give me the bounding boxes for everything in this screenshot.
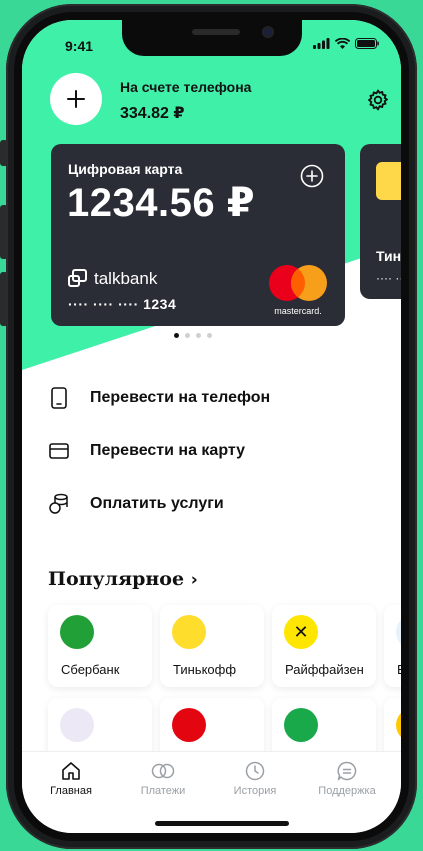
provider-logo-icon [284, 708, 318, 742]
bank-logo-icon [396, 615, 401, 649]
popular-title: Популярное [48, 568, 185, 590]
talkbank-logo: talkbank [68, 269, 157, 289]
tab-support[interactable]: Поддержка [307, 760, 387, 797]
tab-label: Платежи [140, 785, 186, 797]
action-label: Перевести на карту [90, 442, 246, 459]
card-title: Цифровая карта [68, 161, 183, 177]
tab-payments[interactable]: Платежи [123, 760, 203, 797]
tab-label: История [233, 785, 277, 797]
phone-balance-label: На счете телефона [120, 79, 252, 95]
gear-icon[interactable] [366, 88, 390, 112]
tab-label: Главная [50, 785, 92, 797]
carousel-dot [185, 333, 190, 338]
phone-icon [48, 387, 70, 409]
card-number: ···· ···· ···· 1234 [68, 296, 177, 312]
front-camera [262, 26, 274, 38]
history-icon [245, 761, 265, 781]
top-up-button[interactable] [50, 73, 102, 125]
tile-name: Сбербанк [61, 662, 120, 677]
popular-tile[interactable]: Би [384, 605, 401, 687]
talkbank-icon [68, 269, 87, 287]
popular-tile[interactable]: ✕ Райффайзен [272, 605, 376, 687]
action-label: Перевести на телефон [90, 389, 271, 406]
provider-logo-icon [172, 708, 206, 742]
status-time: 9:41 [65, 38, 94, 54]
status-icons [313, 38, 379, 49]
pay-services-action[interactable]: Оплатить услуги [48, 493, 224, 515]
signal-icon [313, 38, 330, 49]
tinkoff-card[interactable]: Тинькофф ···· ···· [360, 144, 401, 299]
add-circle-icon[interactable] [300, 164, 324, 188]
carousel-dot [196, 333, 201, 338]
payments-icon [151, 763, 175, 779]
coins-icon [48, 493, 70, 515]
speaker [192, 29, 240, 35]
card-icon [48, 440, 70, 462]
battery-icon [355, 38, 379, 49]
carousel-dot [174, 333, 179, 338]
home-indicator [155, 821, 289, 826]
home-icon [62, 762, 80, 780]
provider-logo-icon [60, 708, 94, 742]
card-number: ···· ···· [376, 271, 401, 285]
tile-name: Райффайзен [285, 662, 364, 677]
card-brand-name: talkbank [94, 269, 158, 288]
card-network-label: mastercard. [274, 306, 322, 316]
phone-balance-value: 334.82 ₽ [120, 105, 185, 122]
raiffeisen-logo-icon: ✕ [284, 615, 318, 649]
tab-label: Поддержка [318, 785, 376, 797]
card-name: Тинькофф [376, 248, 401, 264]
phone-screen: 9:41 На счете телефона 334.82 ₽ Цифровая… [22, 20, 401, 833]
card-amount: 1234.56 ₽ [67, 181, 256, 225]
tinkoff-logo-icon [376, 162, 401, 200]
provider-logo-icon [396, 708, 401, 742]
tinkoff-logo-icon [172, 615, 206, 649]
transfer-to-phone-action[interactable]: Перевести на телефон [48, 387, 270, 409]
tab-history[interactable]: История [215, 760, 295, 797]
tab-home[interactable]: Главная [31, 760, 111, 797]
popular-tile[interactable]: Тинькофф [160, 605, 264, 687]
chevron-right-icon: › [190, 570, 198, 590]
chat-icon [337, 761, 357, 781]
carousel-indicator [174, 333, 212, 338]
popular-section-title[interactable]: Популярное › [48, 568, 198, 590]
popular-tile[interactable]: Сбербанк [48, 605, 152, 687]
wifi-icon [335, 38, 350, 49]
tile-name: Би [397, 662, 401, 677]
carousel-dot [207, 333, 212, 338]
mastercard-logo-icon [269, 265, 327, 301]
plus-icon [67, 90, 85, 108]
sberbank-logo-icon [60, 615, 94, 649]
action-label: Оплатить услуги [90, 495, 224, 512]
digital-card[interactable]: Цифровая карта 1234.56 ₽ talkbank ···· ·… [51, 144, 345, 326]
tile-name: Тинькофф [173, 662, 237, 677]
transfer-to-card-action[interactable]: Перевести на карту [48, 440, 245, 462]
notch [122, 20, 302, 56]
